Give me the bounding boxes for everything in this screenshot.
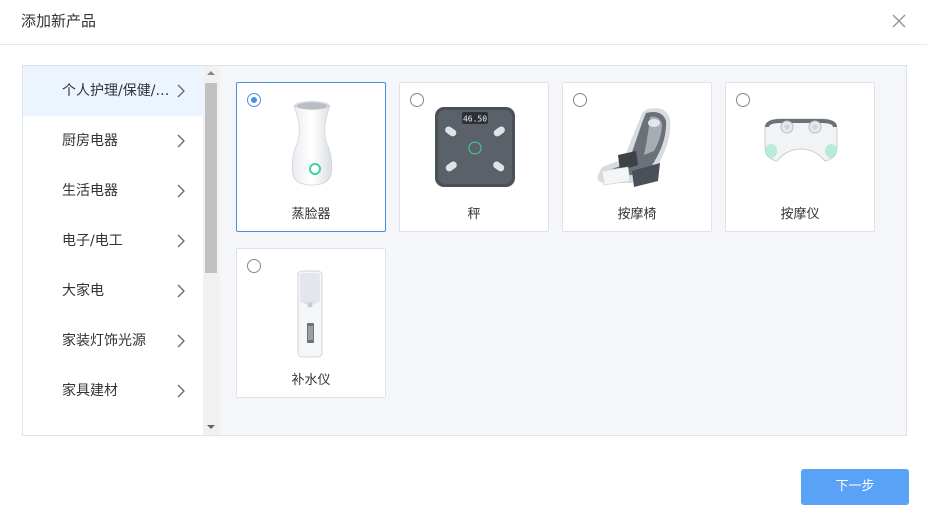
radio-button[interactable] [410,93,424,107]
bathroom-scale-icon: 46.50 [435,107,515,187]
scrollbar-thumb[interactable] [205,83,217,273]
chevron-right-icon [177,234,185,248]
category-label: 个人护理/保健/… [62,83,170,99]
close-icon[interactable] [888,10,910,32]
category-label: 大家电 [62,283,104,299]
category-label: 家装灯饰光源 [62,333,146,349]
product-name: 按摩仪 [780,207,820,222]
product-name: 秤 [467,207,481,222]
category-item-kitchen[interactable]: 厨房电器 [23,116,203,166]
category-item-personal-care[interactable]: 个人护理/保健/… [23,66,203,116]
next-step-button[interactable]: 下一步 [801,469,909,505]
scale-display: 46.50 [463,115,487,124]
product-card-massage-chair[interactable]: 按摩椅 [562,82,712,232]
product-grid: 蒸脸器 46.50 秤 按摩椅 按摩仪 补水仪 [221,66,906,435]
category-label: 电子/电工 [62,233,123,249]
product-card-nano-mist-sprayer[interactable]: 补水仪 [236,248,386,398]
product-name: 按摩椅 [617,207,657,222]
dialog-title: 添加新产品 [21,12,97,30]
category-item-household[interactable]: 生活电器 [23,166,203,216]
massage-chair-icon [597,108,671,187]
product-card-facial-steamer[interactable]: 蒸脸器 [236,82,386,232]
selection-panel: 个人护理/保健/… 厨房电器 生活电器 电子/电工 大家电 家装灯饰光源 家具建… [22,65,907,436]
category-item-lighting[interactable]: 家装灯饰光源 [23,316,203,366]
scroll-up-arrow-icon[interactable] [207,71,215,75]
chevron-right-icon [177,184,185,198]
chevron-right-icon [177,284,185,298]
category-label: 生活电器 [62,183,118,199]
radio-button[interactable] [573,93,587,107]
dialog-header: 添加新产品 [0,0,927,45]
add-product-dialog: 添加新产品 个人护理/保健/… 厨房电器 生活电器 电子/电工 大家电 家装灯饰… [0,0,927,515]
chevron-right-icon [177,134,185,148]
category-label: 家具建材 [62,383,118,399]
radio-button[interactable] [247,93,261,107]
category-label: 厨房电器 [62,133,118,149]
chevron-right-icon [177,384,185,398]
product-card-scale[interactable]: 46.50 秤 [399,82,549,232]
chevron-right-icon [177,84,185,98]
neck-massager-icon [764,118,838,162]
product-name: 蒸脸器 [291,207,331,222]
radio-button[interactable] [736,93,750,107]
chevron-right-icon [177,334,185,348]
sidebar-scrollbar[interactable] [203,66,220,435]
radio-button[interactable] [247,259,261,273]
product-card-neck-massager[interactable]: 按摩仪 [725,82,875,232]
nano-mist-sprayer-icon [297,270,323,358]
category-item-electronics[interactable]: 电子/电工 [23,216,203,266]
category-item-furniture[interactable]: 家具建材 [23,366,203,416]
product-name: 补水仪 [291,373,331,388]
facial-steamer-icon [291,101,333,186]
category-sidebar: 个人护理/保健/… 厨房电器 生活电器 电子/电工 大家电 家装灯饰光源 家具建… [23,66,220,435]
category-item-major-appliances[interactable]: 大家电 [23,266,203,316]
scroll-down-arrow-icon[interactable] [207,425,215,429]
